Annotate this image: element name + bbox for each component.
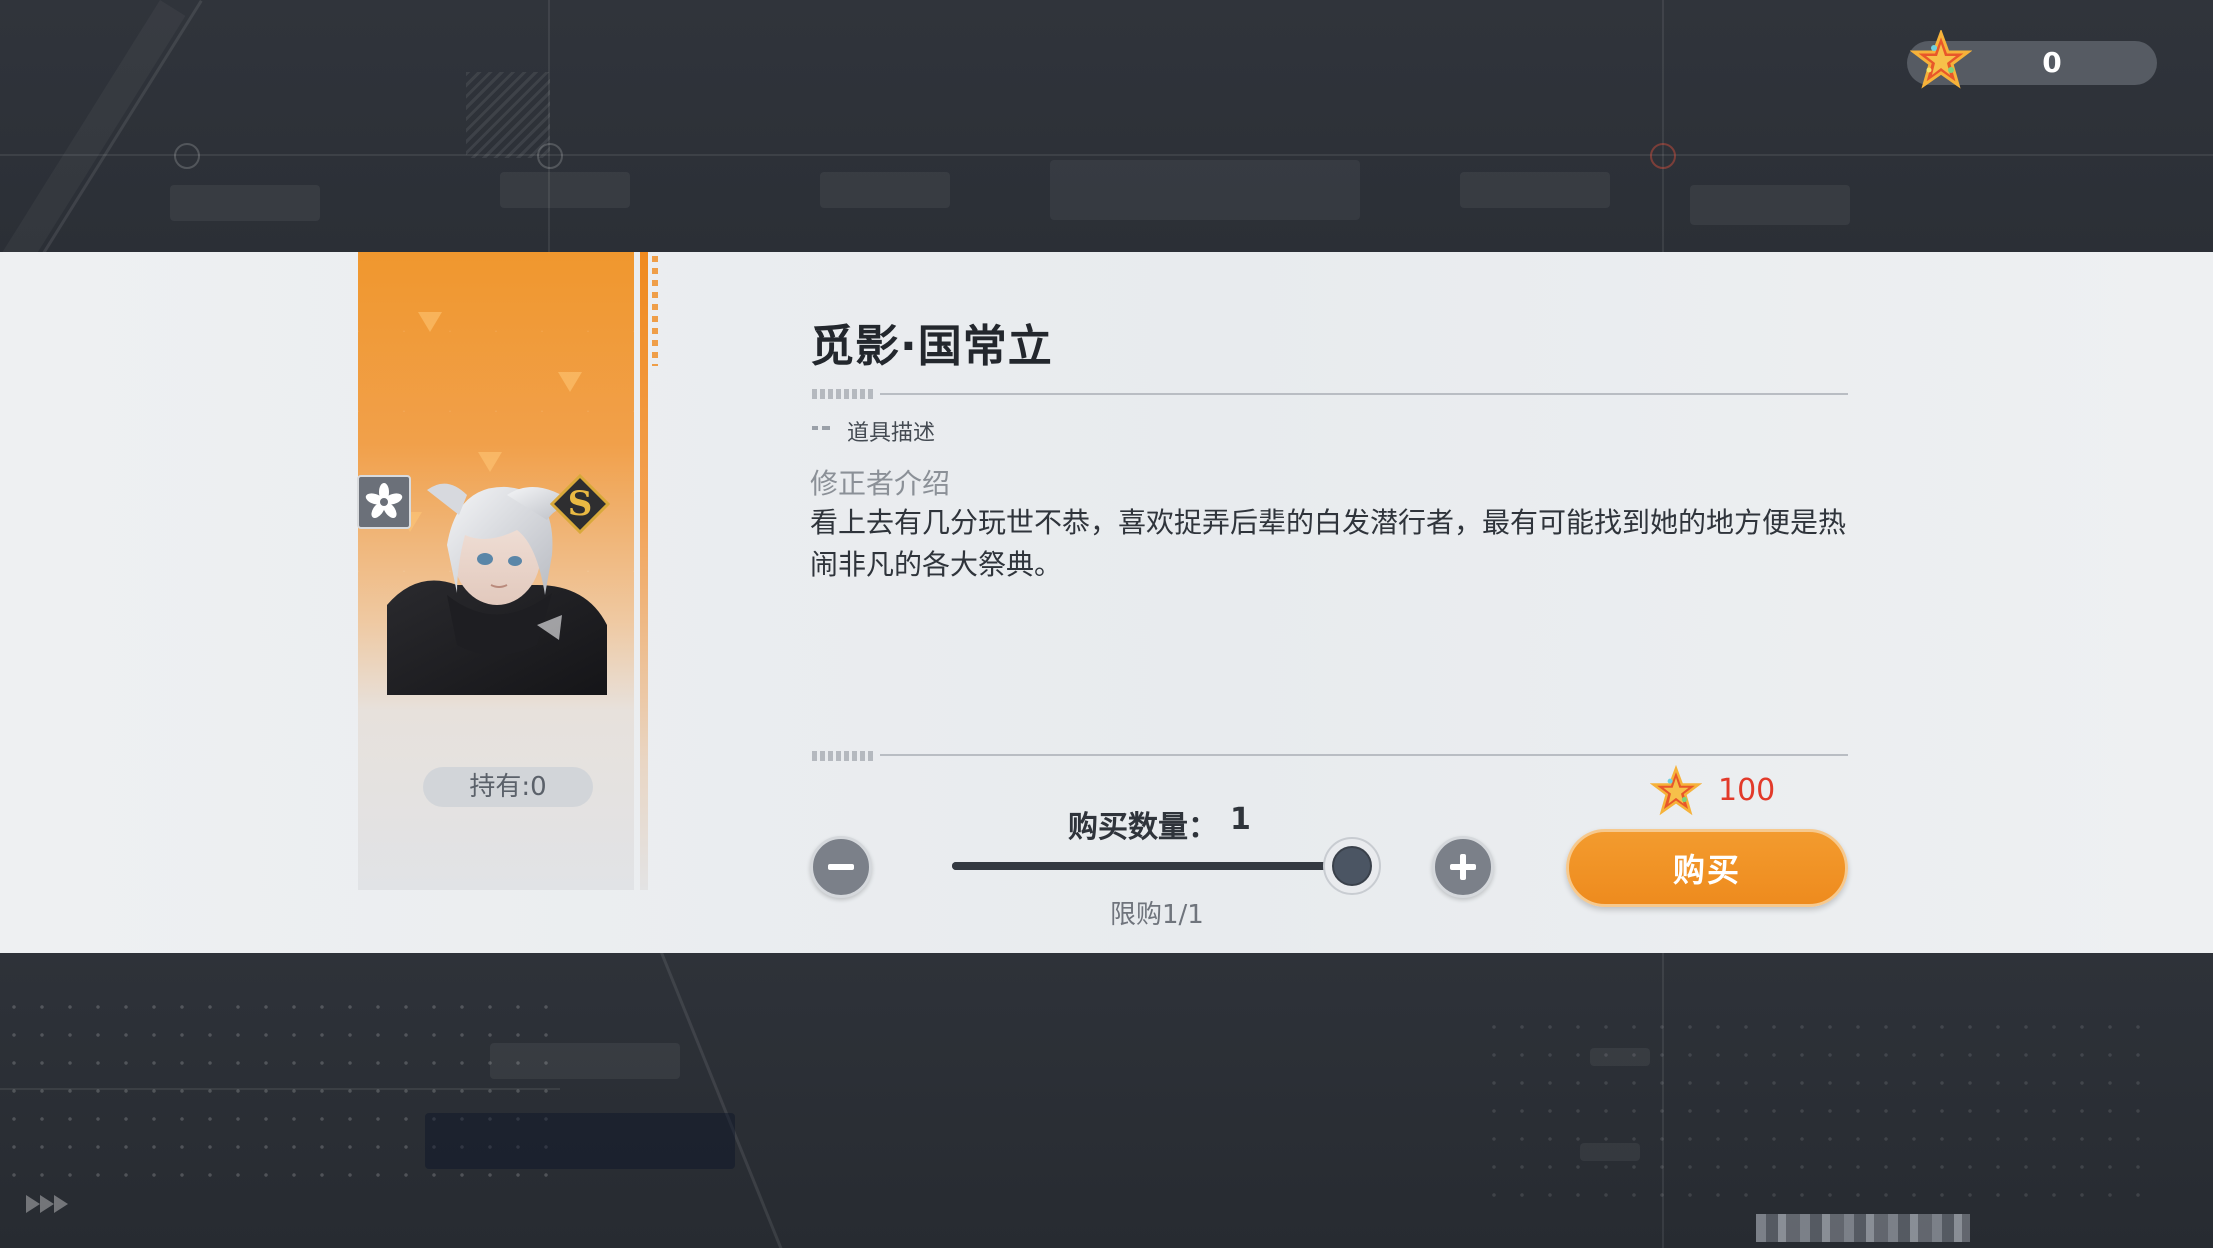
section-marker: [812, 426, 830, 430]
bg-blurred-text: [1590, 1048, 1650, 1066]
bg-blurred-tab: [500, 172, 630, 208]
quantity-label: 购买数量：: [1068, 810, 1218, 845]
bg-blurred-tab: [820, 172, 950, 208]
card-decoration: [558, 372, 582, 392]
sakura-element-icon: [365, 483, 403, 518]
bg-line: [0, 154, 2213, 156]
card-accent-dots: [652, 256, 658, 366]
element-badge: [357, 475, 411, 529]
bg-dot-grid: [1480, 1013, 2160, 1213]
item-detail-panel: [0, 252, 2213, 953]
bg-node: [1650, 143, 1676, 169]
quantity-slider-handle[interactable]: [1323, 837, 1381, 895]
minus-icon: [828, 864, 854, 870]
purchase-limit: 限购1/1: [1110, 900, 1204, 930]
card-accent-stripe: [640, 252, 648, 890]
increase-quantity-button[interactable]: [1432, 836, 1494, 898]
rank-s-icon: S: [550, 474, 610, 534]
divider: [880, 754, 1848, 756]
item-title: 觅影·国常立: [810, 321, 1053, 372]
plus-icon: [1450, 854, 1476, 880]
card-decoration: [418, 312, 442, 332]
bg-blurred-banner: [425, 1113, 735, 1169]
quantity-value: 1: [1230, 802, 1251, 837]
bg-blurred-tab: [1050, 160, 1360, 220]
bg-diagonal: [660, 953, 791, 1248]
svg-text:S: S: [568, 484, 593, 524]
description-subtitle: 修正者介绍: [810, 467, 951, 500]
divider-tag: [812, 751, 874, 761]
buy-button[interactable]: 购买: [1566, 829, 1848, 907]
section-label: 道具描述: [847, 421, 936, 446]
blurred-player-id: [1756, 1214, 1970, 1242]
bg-blurred-tab: [1460, 172, 1610, 208]
fast-forward-icon[interactable]: [26, 1193, 70, 1215]
card-decoration: [478, 452, 502, 472]
divider: [880, 393, 1848, 395]
bg-blurred-text: [1580, 1143, 1640, 1161]
price-currency-icon: [1650, 764, 1702, 816]
bg-blurred-text: [490, 1043, 680, 1079]
slider-handle-core: [1332, 846, 1372, 886]
bg-line: [0, 1088, 560, 1090]
price-value: 100: [1718, 773, 1776, 808]
bg-blurred-logo: [1690, 185, 1850, 225]
bg-hatch: [466, 72, 550, 158]
decrease-quantity-button[interactable]: [810, 836, 872, 898]
bg-node: [174, 143, 200, 169]
bg-diagonal: [0, 0, 186, 252]
item-description: 看上去有几分玩世不恭，喜欢捉弄后辈的白发潜行者，最有可能找到她的地方便是热闹非凡…: [810, 506, 1847, 581]
owned-count: 持有:0: [423, 767, 593, 807]
bg-blurred-tab: [170, 185, 320, 221]
crystal-star-icon: [1910, 30, 1972, 89]
quantity-slider-track[interactable]: [952, 862, 1352, 870]
quantity-slider-fill: [952, 862, 1352, 870]
background-top: [0, 0, 2213, 252]
bg-line: [1662, 0, 1664, 252]
background-bottom: [0, 953, 2213, 1248]
divider-tag: [812, 389, 874, 399]
bg-line: [1662, 953, 1664, 1248]
